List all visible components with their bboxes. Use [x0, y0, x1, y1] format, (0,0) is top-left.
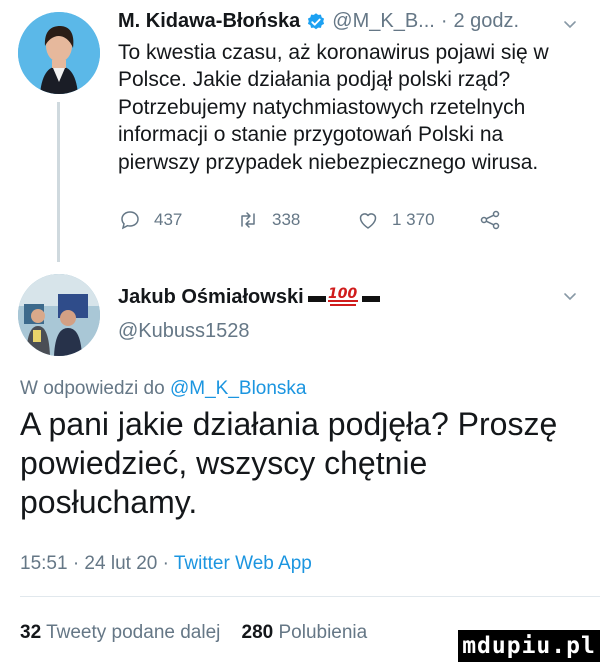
stats-divider: [20, 596, 600, 597]
reply-author-name[interactable]: Jakub Ośmiałowski: [118, 286, 304, 309]
thread-connector-line: [57, 102, 60, 262]
reply-author-handle[interactable]: @Kubuss1528: [118, 320, 250, 343]
share-icon: [480, 210, 500, 230]
reply-icon: [121, 211, 139, 230]
tweet-stats: 32 Tweety podane dalej 280 Polubienia: [20, 622, 367, 644]
likes-stat-count: 280: [241, 622, 274, 643]
reply-tweet-text: A pani jakie działania podjęła? Proszę p…: [20, 406, 558, 520]
chevron-down-icon[interactable]: [562, 288, 578, 304]
author-name[interactable]: M. Kidawa-Błońska: [118, 10, 300, 33]
reply-author-row: Jakub Ośmiałowski 100: [118, 284, 382, 310]
reply-count: 437: [154, 210, 183, 229]
like-icon: [359, 213, 377, 229]
retweets-stat-count: 32: [20, 622, 42, 643]
avatar-jakub-osmialowski[interactable]: [18, 274, 100, 356]
avatar-m-kidawa-blonska[interactable]: [18, 12, 100, 94]
replying-to-prefix: W odpowiedzi do: [20, 378, 165, 399]
tweet-actions: 437 338 1 370: [118, 208, 578, 238]
svg-text:100: 100: [328, 286, 357, 302]
site-watermark: mdupiu.pl: [458, 630, 600, 662]
retweets-stat-label: Tweety podane dalej: [46, 622, 221, 643]
likes-stat[interactable]: 280 Polubienia: [242, 622, 368, 643]
tweet-source[interactable]: Twitter Web App: [174, 553, 312, 574]
tweet-metadata: 15:51 · 24 lut 20 · Twitter Web App: [20, 553, 312, 575]
retweets-stat[interactable]: 32 Tweety podane dalej: [20, 622, 220, 643]
verified-badge-icon: [308, 12, 325, 29]
parent-tweet-header: M. Kidawa-Błońska @M_K_B... · 2 godz.: [118, 10, 519, 33]
retweet-icon: [241, 212, 255, 228]
reply-action[interactable]: 437: [118, 208, 182, 232]
like-count: 1 370: [392, 210, 435, 229]
author-handle[interactable]: @M_K_B...: [332, 10, 435, 33]
chevron-down-icon[interactable]: [562, 16, 578, 32]
likes-stat-label: Polubienia: [278, 622, 368, 643]
replying-to-line: W odpowiedzi do @M_K_Blonska: [20, 378, 307, 400]
replying-to-link[interactable]: @M_K_Blonska: [170, 378, 307, 399]
retweet-action[interactable]: 338: [236, 208, 300, 232]
parent-tweet-text: To kwestia czasu, aż koronawirus pojawi …: [118, 41, 549, 174]
share-action[interactable]: [478, 208, 502, 232]
separator-dot: ·: [440, 10, 448, 32]
retweet-count: 338: [272, 210, 301, 229]
hundred-points-emoji-icon: 100: [307, 286, 380, 306]
tweet-timestamp[interactable]: 15:51 · 24 lut 20 ·: [20, 553, 169, 574]
tweet-time[interactable]: 2 godz.: [454, 10, 520, 33]
like-action[interactable]: 1 370: [356, 208, 435, 232]
